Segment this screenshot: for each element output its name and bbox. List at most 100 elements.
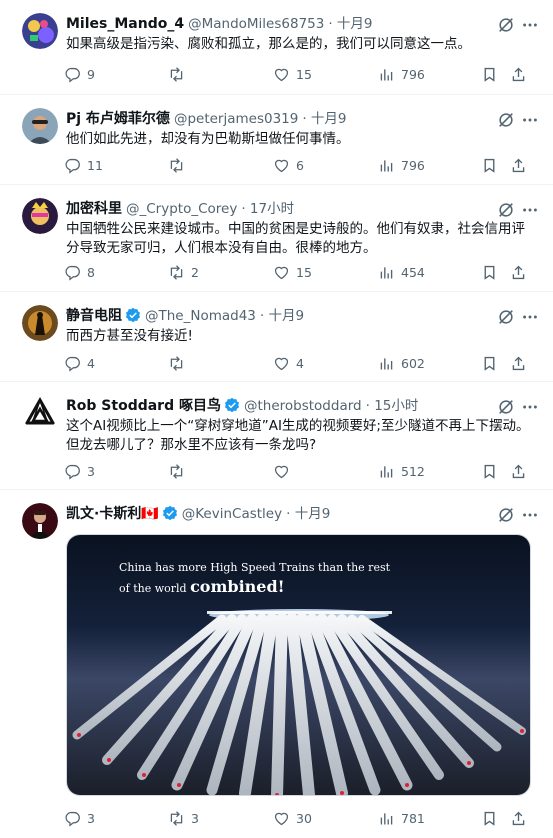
- bookmark-button[interactable]: [481, 64, 498, 84]
- tweet[interactable]: 加密科里 @_Crypto_Corey · 17小时 中国牺牲公民来建设城市。中国的…: [0, 185, 553, 292]
- like-button[interactable]: 15: [273, 64, 312, 84]
- like-count: 30: [296, 810, 312, 826]
- more-icon[interactable]: [521, 201, 539, 219]
- views-button[interactable]: 796: [378, 64, 425, 84]
- like-button[interactable]: 30: [273, 808, 312, 828]
- timestamp[interactable]: · 十月9: [260, 308, 304, 324]
- timestamp[interactable]: · 十月9: [286, 506, 330, 522]
- share-button[interactable]: [510, 155, 527, 175]
- bookmark-button[interactable]: [481, 155, 498, 175]
- avatar[interactable]: [22, 503, 58, 539]
- display-name[interactable]: Miles_Mando_4: [66, 16, 184, 32]
- bookmark-button[interactable]: [481, 353, 498, 373]
- like-button[interactable]: 6: [273, 155, 304, 175]
- grok-icon[interactable]: [497, 201, 515, 219]
- handle[interactable]: @MandoMiles68753: [188, 16, 324, 32]
- like-icon: [274, 266, 289, 279]
- retweet-count: 2: [191, 264, 199, 280]
- retweet-button[interactable]: [168, 64, 191, 84]
- share-button[interactable]: [510, 262, 527, 282]
- bookmark-button[interactable]: [481, 808, 498, 828]
- views-button[interactable]: 602: [378, 353, 425, 373]
- reply-button[interactable]: 3: [64, 808, 95, 828]
- handle[interactable]: @_Crypto_Corey: [126, 201, 237, 217]
- like-button[interactable]: 4: [273, 353, 304, 373]
- media-caption-bold: combined!: [190, 577, 285, 596]
- more-icon[interactable]: [521, 111, 539, 129]
- share-icon: [512, 811, 525, 825]
- reply-feed: Miles_Mando_4 @MandoMiles68753 · 十月9 如果高级是…: [0, 0, 553, 838]
- more-icon[interactable]: [521, 398, 539, 416]
- verified-badge-icon: [125, 307, 141, 323]
- retweet-button[interactable]: 3: [168, 808, 199, 828]
- tweet-header: Rob Stoddard 啄目鸟 @therobstoddard · 15小时: [66, 396, 503, 416]
- views-button[interactable]: 454: [378, 262, 425, 282]
- handle[interactable]: @KevinCastley: [182, 506, 282, 522]
- grok-icon[interactable]: [497, 506, 515, 524]
- timestamp[interactable]: · 十月9: [302, 111, 346, 127]
- bookmark-icon: [484, 67, 495, 82]
- handle[interactable]: @peterjames0319: [174, 111, 298, 127]
- display-name[interactable]: 静音电阻: [66, 308, 122, 324]
- reply-count: 3: [87, 463, 95, 479]
- like-button[interactable]: 15: [273, 262, 312, 282]
- like-icon: [274, 357, 289, 370]
- reply-button[interactable]: 11: [64, 155, 103, 175]
- retweet-button[interactable]: [168, 353, 191, 373]
- views-count: 454: [401, 264, 425, 280]
- display-name[interactable]: 加密科里: [66, 201, 122, 217]
- share-icon: [512, 356, 525, 370]
- handle[interactable]: @The_Nomad43: [145, 308, 256, 324]
- bookmark-button[interactable]: [481, 262, 498, 282]
- grok-icon[interactable]: [497, 398, 515, 416]
- avatar[interactable]: [22, 305, 58, 341]
- reply-button[interactable]: 8: [64, 262, 95, 282]
- views-icon: [380, 812, 393, 824]
- avatar[interactable]: [22, 13, 58, 49]
- tweet[interactable]: Rob Stoddard 啄目鸟 @therobstoddard · 15小时 这个…: [0, 382, 553, 490]
- grok-icon[interactable]: [497, 111, 515, 129]
- like-icon: [274, 68, 289, 81]
- views-button[interactable]: 781: [378, 808, 425, 828]
- reply-button[interactable]: 9: [64, 64, 95, 84]
- bookmark-button[interactable]: [481, 461, 498, 481]
- retweet-button[interactable]: [168, 155, 191, 175]
- display-name[interactable]: Rob Stoddard 啄目鸟: [66, 398, 221, 414]
- timestamp[interactable]: · 17小时: [241, 201, 294, 217]
- grok-icon[interactable]: [497, 16, 515, 34]
- reply-button[interactable]: 4: [64, 353, 95, 373]
- views-button[interactable]: 796: [378, 155, 425, 175]
- tweet-text: 他们如此先进，却没有为巴勒斯坦做任何事情。: [66, 131, 350, 147]
- more-icon[interactable]: [521, 16, 539, 34]
- tweet-header: 静音电阻 @The_Nomad43 · 十月9: [66, 306, 503, 326]
- grok-icon[interactable]: [497, 308, 515, 326]
- reply-icon: [65, 265, 80, 281]
- media-image[interactable]: China has more High Speed Trains than th…: [66, 534, 531, 796]
- tweet[interactable]: Pj 布卢姆菲尔德 @peterjames0319 · 十月9 他们如此先进，却没有…: [0, 95, 553, 185]
- verified-badge-icon: [224, 397, 240, 413]
- tweet-text: 如果高级是指污染、腐败和孤立，那么是的，我们可以同意这一点。: [66, 36, 471, 52]
- avatar[interactable]: [22, 108, 58, 144]
- tweet[interactable]: 凯文·卡斯利🇨🇦 @KevinCastley · 十月9 China has m…: [0, 490, 553, 838]
- reply-button[interactable]: 3: [64, 461, 95, 481]
- like-count: 4: [296, 355, 304, 371]
- display-name[interactable]: Pj 布卢姆菲尔德: [66, 111, 170, 127]
- tweet[interactable]: 静音电阻 @The_Nomad43 · 十月9 而西方甚至没有接近! 4 4 602: [0, 292, 553, 382]
- share-button[interactable]: [510, 808, 527, 828]
- avatar[interactable]: [22, 198, 58, 234]
- more-icon[interactable]: [521, 506, 539, 524]
- like-button[interactable]: [273, 461, 296, 481]
- display-name[interactable]: 凯文·卡斯利🇨🇦: [66, 506, 159, 522]
- views-button[interactable]: 512: [378, 461, 425, 481]
- retweet-button[interactable]: 2: [168, 262, 199, 282]
- handle[interactable]: @therobstoddard: [244, 398, 362, 414]
- share-button[interactable]: [510, 64, 527, 84]
- tweet[interactable]: Miles_Mando_4 @MandoMiles68753 · 十月9 如果高级是…: [0, 0, 553, 95]
- share-button[interactable]: [510, 353, 527, 373]
- timestamp[interactable]: · 15小时: [366, 398, 419, 414]
- timestamp[interactable]: · 十月9: [328, 16, 372, 32]
- more-icon[interactable]: [521, 308, 539, 326]
- retweet-button[interactable]: [168, 461, 191, 481]
- avatar[interactable]: [22, 395, 58, 431]
- share-button[interactable]: [510, 461, 527, 481]
